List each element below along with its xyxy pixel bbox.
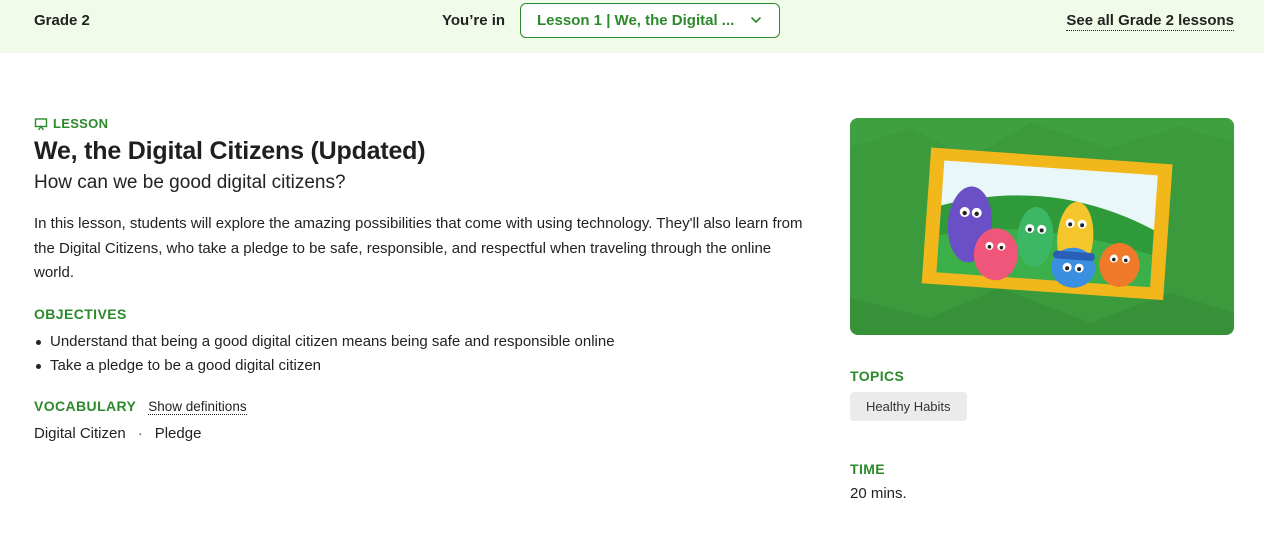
objectives-list: Understand that being a good digital cit… bbox=[34, 330, 814, 378]
vocabulary-heading: VOCABULARY bbox=[34, 397, 137, 414]
lesson-sidebar: TOPICS Healthy Habits TIME 20 mins. bbox=[850, 118, 1234, 502]
vocabulary-header: VOCABULARY Show definitions bbox=[34, 398, 814, 415]
lesson-duration: 20 mins. bbox=[850, 485, 907, 502]
lesson-dropdown-value: Lesson 1 | We, the Digital ... bbox=[537, 12, 735, 29]
presentation-board-icon bbox=[34, 117, 48, 130]
lesson-hero-image bbox=[850, 118, 1234, 335]
lesson-description: In this lesson, students will explore th… bbox=[34, 215, 803, 281]
digital-citizens-illustration bbox=[850, 118, 1234, 335]
lesson-main: LESSON We, the Digital Citizens (Updated… bbox=[34, 116, 814, 442]
lesson-eyebrow: LESSON bbox=[34, 116, 814, 131]
lesson-eyebrow-label: LESSON bbox=[53, 116, 109, 131]
page-title: We, the Digital Citizens (Updated) bbox=[34, 137, 426, 165]
objective-item: Take a pledge to be a good digital citiz… bbox=[34, 354, 814, 378]
lesson-dropdown[interactable]: Lesson 1 | We, the Digital ... bbox=[520, 3, 780, 38]
vocabulary-terms: Digital Citizen · Pledge bbox=[34, 425, 814, 442]
vocabulary-term: Pledge bbox=[154, 424, 202, 442]
vocabulary-term: Digital Citizen bbox=[34, 424, 126, 442]
see-all-lessons-link[interactable]: See all Grade 2 lessons bbox=[1066, 12, 1234, 31]
topics-heading: TOPICS bbox=[850, 368, 905, 384]
youre-in-label: You’re in bbox=[442, 12, 506, 29]
grade-label: Grade 2 bbox=[34, 12, 90, 29]
lesson-question: How can we be good digital citizens? bbox=[34, 172, 346, 193]
topic-tag[interactable]: Healthy Habits bbox=[850, 392, 967, 421]
top-bar: Grade 2 You’re in Lesson 1 | We, the Dig… bbox=[0, 0, 1264, 53]
time-heading: TIME bbox=[850, 461, 886, 477]
show-definitions-link[interactable]: Show definitions bbox=[148, 399, 247, 415]
vocabulary-separator: · bbox=[137, 424, 143, 442]
objective-item: Understand that being a good digital cit… bbox=[34, 330, 814, 354]
chevron-down-icon bbox=[751, 17, 761, 23]
objectives-heading: OBJECTIVES bbox=[34, 305, 127, 322]
